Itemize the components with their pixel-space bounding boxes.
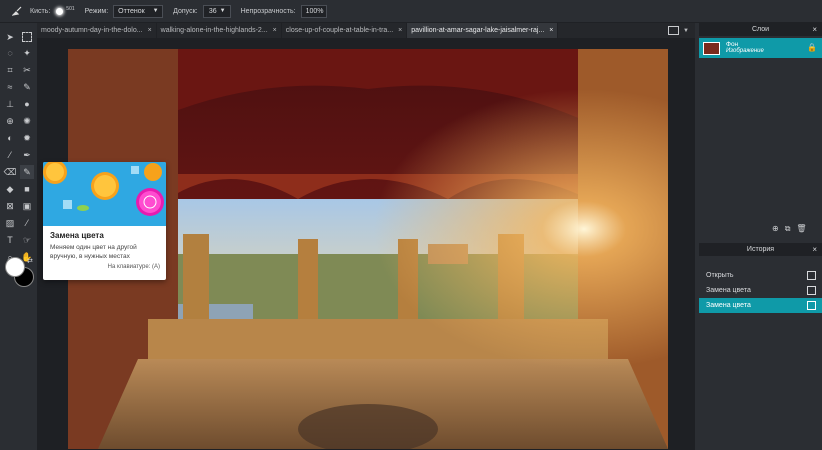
bucket-tool-icon[interactable]: ◆ xyxy=(3,182,17,196)
tools-panel: ➤ ◌ ✦ ⌗ ✂ ≈ ✎ ⊥ ● ⊕ ✺ ◐ ✹ ⁄ ✒ ⌫ ✎ ◆ ■ ⊠ … xyxy=(0,26,37,450)
tab-document-1[interactable]: moody-autumn-day-in-the-dolo... × xyxy=(37,23,157,38)
brush-tool-icon[interactable]: ⁄ xyxy=(3,148,17,162)
window-controls: ▼ xyxy=(668,23,695,38)
color-replace-tool-icon[interactable]: ✎ xyxy=(20,165,34,179)
close-icon[interactable]: × xyxy=(549,27,553,34)
tolerance-value: 36 xyxy=(208,7,217,15)
arrange-windows-icon[interactable] xyxy=(668,26,680,35)
frame-tool-icon[interactable]: ▣ xyxy=(20,199,34,213)
layer-thumbnail xyxy=(703,41,720,55)
duplicate-layer-icon[interactable]: ⧉ xyxy=(785,224,791,234)
brush-label: Кисть: xyxy=(30,7,51,15)
tooltip-illustration xyxy=(43,162,166,226)
mode-select[interactable]: Оттенок ▼ xyxy=(113,4,164,18)
history-step-icon xyxy=(807,271,816,280)
mode-label: Режим: xyxy=(84,7,109,15)
brush-preview[interactable] xyxy=(56,7,64,15)
history-item-label: Открыть xyxy=(706,272,734,279)
burn-tool-icon[interactable]: ✹ xyxy=(20,131,34,145)
history-item-label: Замена цвета xyxy=(706,287,751,294)
history-item-label: Замена цвета xyxy=(706,302,751,309)
history-item[interactable]: Замена цвета xyxy=(699,283,822,298)
tab-document-4[interactable]: pavillion-at-amar-sagar-lake-jaisalmer-r… xyxy=(407,23,559,38)
mode-value: Оттенок xyxy=(118,7,145,15)
tab-label: pavillion-at-amar-sagar-lake-jaisalmer-r… xyxy=(411,27,545,34)
layers-panel-header: Слои × xyxy=(699,23,822,36)
brush-tool-icon xyxy=(10,4,24,18)
delete-layer-icon[interactable]: 🗑 xyxy=(796,224,806,234)
close-icon[interactable]: × xyxy=(812,245,817,254)
tool-tooltip: Замена цвета Меняем один цвет на другой … xyxy=(43,162,166,280)
crop-tool-icon[interactable]: ⌗ xyxy=(3,63,17,77)
tab-label: walking-alone-in-the-highlands-2... xyxy=(160,27,268,34)
history-panel-title: История xyxy=(746,246,775,253)
tab-document-3[interactable]: close-up-of-couple-at-table-in-tra... × xyxy=(282,23,408,38)
add-layer-icon[interactable]: ⊕ xyxy=(772,224,779,234)
tab-label: moody-autumn-day-in-the-dolo... xyxy=(41,27,143,34)
move-tool-icon[interactable]: ➤ xyxy=(3,30,17,44)
options-bar: Кисть: 501 Режим: Оттенок ▼ Допуск: 36 ▼ Н… xyxy=(0,0,822,23)
layer-actions: ⊕ ⧉ 🗑 xyxy=(772,224,807,234)
blur-drop-icon[interactable]: ● xyxy=(20,97,34,111)
history-item[interactable]: Открыть xyxy=(699,268,822,283)
history-panel: История × Открыть Замена цвета Замена цв… xyxy=(699,243,822,450)
history-step-icon xyxy=(807,301,816,310)
liquify-tool-icon[interactable]: ≈ xyxy=(3,80,17,94)
scissors-tool-icon[interactable]: ✂ xyxy=(20,63,34,77)
transform-tool-icon[interactable]: ⊠ xyxy=(3,199,17,213)
eyedropper-tool-icon[interactable]: ⁄ xyxy=(20,216,34,230)
lock-icon[interactable]: 🔒 xyxy=(807,43,817,52)
tab-document-2[interactable]: walking-alone-in-the-highlands-2... × xyxy=(157,23,282,38)
gradient-tool-icon[interactable]: ▨ xyxy=(3,216,17,230)
spot-heal-icon[interactable]: ⊕ xyxy=(3,114,17,128)
tolerance-label: Допуск: xyxy=(173,7,198,15)
sponge-tool-icon[interactable]: ✺ xyxy=(20,114,34,128)
swap-colors-icon[interactable]: ⇄ xyxy=(27,257,33,265)
dodge-tool-icon[interactable]: ◐ xyxy=(3,131,17,145)
chevron-down-icon: ▼ xyxy=(152,8,159,14)
pencil-tool-icon[interactable]: ✎ xyxy=(20,80,34,94)
layer-info: Фон Изображение xyxy=(726,41,764,55)
close-icon[interactable]: × xyxy=(148,27,152,34)
document-tabs: moody-autumn-day-in-the-dolo... × walking… xyxy=(37,23,695,38)
magic-wand-tool-icon[interactable]: ✦ xyxy=(20,46,34,60)
chevron-down-icon: ▼ xyxy=(219,8,226,14)
history-step-icon xyxy=(807,286,816,295)
tooltip-shortcut: На клавиатуре: (A) xyxy=(107,264,160,270)
smudge-tool-icon[interactable]: ☞ xyxy=(20,233,34,247)
citrus-illustration xyxy=(43,162,166,226)
layers-panel: Слои × Фон Изображение 🔒 xyxy=(699,23,822,237)
history-panel-header: История × xyxy=(699,243,822,256)
opacity-label: Непрозрачность: xyxy=(240,7,296,15)
tab-label: close-up-of-couple-at-table-in-tra... xyxy=(285,27,394,34)
opacity-select[interactable]: 100% xyxy=(300,4,327,18)
eraser-tool-icon[interactable]: ⌫ xyxy=(3,165,17,179)
layer-row[interactable]: Фон Изображение 🔒 xyxy=(699,38,822,58)
opacity-value: 100% xyxy=(305,7,324,15)
tolerance-select[interactable]: 36 ▼ xyxy=(202,4,231,18)
marquee-tool-icon[interactable] xyxy=(20,30,34,44)
color-swatches: ⇄ xyxy=(5,257,34,287)
brush-size[interactable]: 501 xyxy=(66,6,74,12)
lasso-tool-icon[interactable]: ◌ xyxy=(3,46,17,60)
close-icon[interactable]: × xyxy=(273,27,277,34)
close-icon[interactable]: × xyxy=(812,25,817,34)
layer-type: Изображение xyxy=(726,48,764,54)
chevron-down-icon[interactable]: ▼ xyxy=(683,28,689,34)
pen-tool-icon[interactable]: ✒ xyxy=(20,148,34,162)
tooltip-description: Меняем один цвет на другой вручную, в ну… xyxy=(50,244,137,260)
foreground-color[interactable] xyxy=(5,257,25,277)
tooltip-title: Замена цвета xyxy=(50,231,104,240)
layers-panel-title: Слои xyxy=(751,26,770,33)
close-icon[interactable]: × xyxy=(398,27,402,34)
layer-name: Фон xyxy=(726,41,739,48)
shape-tool-icon[interactable]: ■ xyxy=(20,182,34,196)
history-item-current[interactable]: Замена цвета xyxy=(699,298,822,313)
stamp-tool-icon[interactable]: ⊥ xyxy=(3,97,17,111)
text-tool-icon[interactable]: T xyxy=(3,233,17,247)
